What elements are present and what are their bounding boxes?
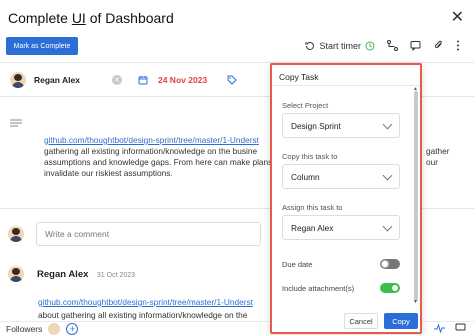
due-date-row: Due date [282,259,400,269]
add-follower-icon[interactable]: + [66,322,79,335]
copy-to-value: Column [291,171,320,182]
title-prefix: Complete [8,10,72,26]
assign-to-select[interactable]: Regan Alex [282,215,400,240]
chevron-down-icon [382,170,393,180]
project-select[interactable]: Design Sprint [282,113,400,138]
task-meta-row: Regan Alex ✕ 24 Nov 2023 [10,72,239,88]
assign-to-label: Assign this task to [282,203,343,212]
attachments-toggle[interactable] [380,283,400,293]
clock-icon [365,41,375,50]
comment-header: Regan Alex 31 Oct 2023 [8,266,135,282]
attachment-icon[interactable] [433,40,444,51]
due-date[interactable]: 24 Nov 2023 [158,75,207,85]
select-project-label: Select Project [282,101,329,110]
description-right-2: our [426,157,438,167]
attachments-row: Include attachment(s) [282,283,400,293]
due-date-toggle[interactable] [380,259,400,269]
attachments-toggle-label: Include attachment(s) [282,283,355,293]
chat-icon[interactable] [455,323,466,333]
description-overflow: gather our [426,135,472,168]
title-underlined: UI [71,10,86,26]
comment-input[interactable]: Write a comment [36,222,261,246]
comment-composer: Write a comment [8,222,261,246]
scroll-down-icon[interactable]: ▼ [413,299,418,305]
copy-task-dialog: Copy Task ▲ ▼ Select Project Design Spri… [270,63,422,334]
copy-to-select[interactable]: Column [282,164,400,189]
more-icon[interactable] [456,40,460,51]
follower-avatar [48,322,61,335]
cancel-button[interactable]: Cancel [344,313,378,329]
divider [272,85,420,86]
scrollbar[interactable] [414,91,418,301]
tag-icon[interactable] [225,73,239,87]
description-line-2: assumptions and knowledge gaps. From her… [44,157,273,167]
mark-complete-button[interactable]: Mark as Complete [6,37,78,55]
clear-assignee-icon[interactable]: ✕ [111,75,122,85]
copy-to-label: Copy this task to [282,152,338,161]
dialog-title: Copy Task [279,72,319,82]
title-suffix: of Dashboard [85,10,174,26]
task-description: github.com/thoughtbot/design-sprint/tree… [44,135,277,179]
timer-icon [305,41,315,50]
chevron-down-icon [382,119,393,129]
activity-icon[interactable] [434,323,445,333]
chevron-down-icon [382,221,393,231]
description-right-1: gather [426,146,450,156]
description-line-3: invalidate our riskiest assumptions. [44,168,173,178]
description-icon [10,119,22,127]
close-icon[interactable]: ✕ [451,10,464,26]
assignee-name: Regan Alex [34,75,80,85]
flow-icon[interactable] [387,40,398,51]
description-line-1: gathering all existing information/knowl… [44,146,258,156]
avatar [10,72,26,88]
followers-label: Followers [6,323,43,334]
copy-button[interactable]: Copy [384,313,418,329]
message-icon[interactable] [410,40,421,51]
dialog-footer: Cancel Copy [272,310,420,332]
comment-text: about gathering all existing information… [38,310,248,320]
assign-to-value: Regan Alex [291,222,334,233]
start-timer-button[interactable]: Start timer [305,41,375,51]
comment-author: Regan Alex [37,268,89,280]
project-value: Design Sprint [291,120,341,131]
comment-date: 31 Oct 2023 [96,271,136,279]
comment-link[interactable]: github.com/thoughtbot/design-sprint/tree… [38,297,253,307]
due-date-toggle-label: Due date [282,259,313,269]
task-toolbar: Start timer [305,40,460,51]
page-title: Complete UI of Dashboard [8,10,174,26]
calendar-icon[interactable] [136,73,150,87]
avatar [8,266,24,282]
description-link[interactable]: github.com/thoughtbot/design-sprint/tree… [44,135,259,145]
start-timer-label: Start timer [319,40,361,51]
avatar [8,226,24,242]
